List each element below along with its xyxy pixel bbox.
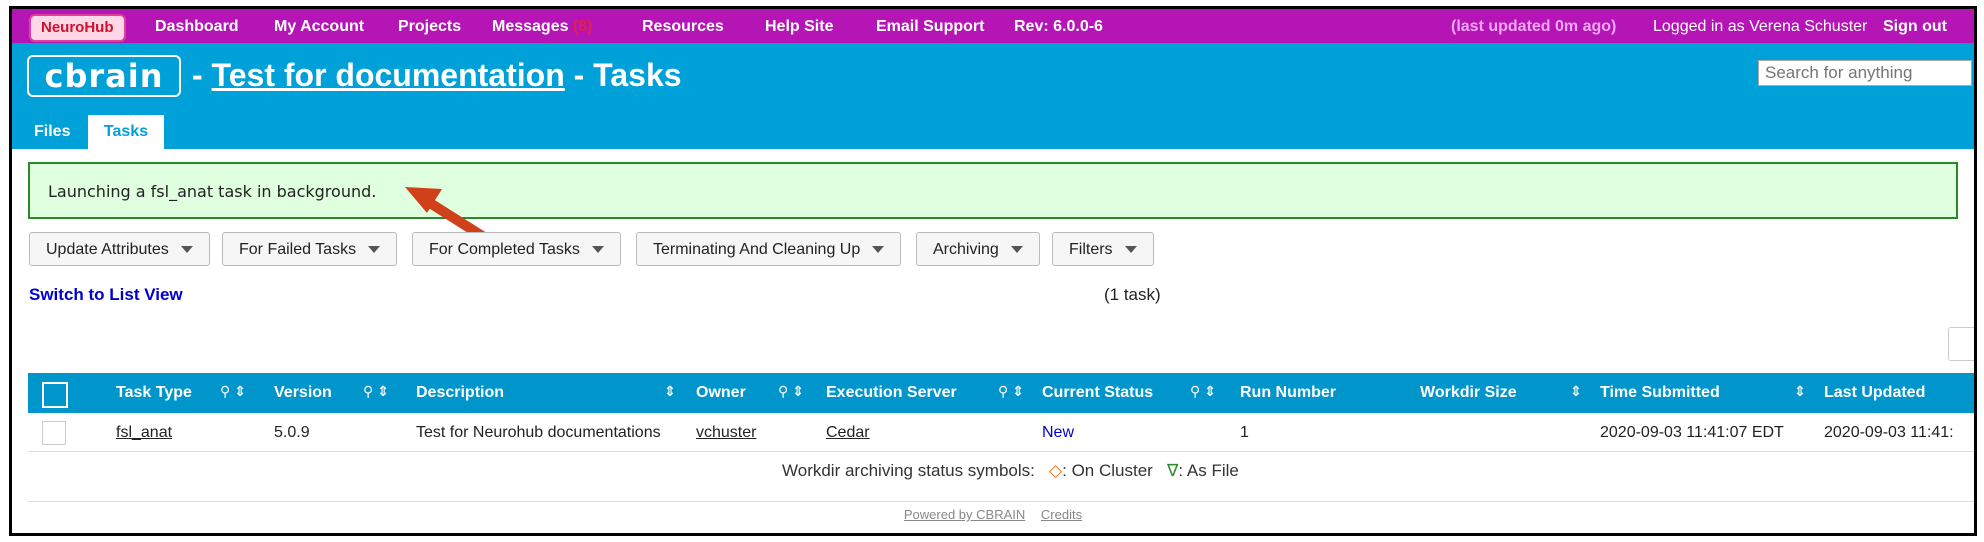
filter-sort-icon[interactable]: ⚲ ⇕ — [1190, 383, 1216, 400]
failed-tasks-label: For Failed Tasks — [239, 241, 357, 258]
header-execution-server[interactable]: Execution Server — [826, 384, 957, 402]
annotation-arrow-icon — [405, 187, 492, 244]
chevron-down-icon — [1010, 246, 1023, 254]
chevron-down-icon — [591, 246, 604, 254]
completed-tasks-button[interactable]: For Completed Tasks — [412, 232, 621, 266]
archiving-label: Archiving — [933, 241, 999, 258]
owner-link[interactable]: vchuster — [696, 424, 756, 442]
credits-link[interactable]: Credits — [1041, 507, 1082, 522]
filter-sort-icon[interactable]: ⚲ ⇕ — [220, 383, 246, 400]
header-task-type[interactable]: Task Type — [116, 384, 192, 402]
header-last-updated[interactable]: Last Updated — [1824, 384, 1925, 402]
app-window: NeuroHub Dashboard My Account Projects M… — [9, 6, 1977, 536]
filters-button[interactable]: Filters — [1052, 232, 1154, 266]
terminating-cleaning-label: Terminating And Cleaning Up — [653, 241, 861, 258]
filter-sort-icon[interactable]: ⚲ ⇕ — [363, 383, 389, 400]
run-number-cell: 1 — [1240, 424, 1249, 441]
as-file-icon: ∇ — [1167, 461, 1179, 480]
chevron-down-icon — [1124, 246, 1137, 254]
completed-tasks-label: For Completed Tasks — [429, 241, 580, 258]
legend-label: Workdir archiving status symbols: — [782, 461, 1035, 480]
last-updated-cell: 2020-09-03 11:41: — [1824, 424, 1954, 441]
select-all-checkbox[interactable] — [42, 382, 68, 408]
chevron-down-icon — [872, 246, 885, 254]
on-cluster-label: : On Cluster — [1062, 461, 1153, 480]
filters-label: Filters — [1069, 241, 1113, 258]
table-header: Task Type ⚲ ⇕ Version ⚲ ⇕ Description ⇕ … — [28, 373, 1974, 413]
header-owner[interactable]: Owner — [696, 384, 746, 402]
failed-tasks-button[interactable]: For Failed Tasks — [222, 232, 398, 266]
execution-server-link[interactable]: Cedar — [826, 424, 870, 442]
sort-icon[interactable]: ⇕ — [1794, 383, 1806, 400]
chevron-down-icon — [180, 246, 193, 254]
status-link[interactable]: New — [1042, 424, 1074, 442]
sort-icon[interactable]: ⇕ — [1570, 383, 1582, 400]
footer-divider — [28, 501, 1974, 502]
description-cell: Test for Neurohub documentations — [416, 424, 661, 441]
update-attributes-label: Update Attributes — [46, 241, 169, 258]
table-row: fsl_anat 5.0.9 Test for Neurohub documen… — [28, 413, 1974, 452]
row-checkbox[interactable] — [42, 421, 66, 445]
on-cluster-icon: ◇ — [1049, 461, 1063, 480]
update-attributes-button[interactable]: Update Attributes — [29, 232, 210, 266]
header-time-submitted[interactable]: Time Submitted — [1600, 384, 1720, 402]
as-file-label: : As File — [1178, 461, 1239, 480]
archiving-button[interactable]: Archiving — [916, 232, 1040, 266]
header-workdir-size[interactable]: Workdir Size — [1420, 384, 1517, 402]
sort-icon[interactable]: ⇕ — [664, 383, 676, 400]
version-cell: 5.0.9 — [274, 424, 310, 441]
page-footer: Powered by CBRAIN Credits — [12, 507, 1974, 522]
header-current-status[interactable]: Current Status — [1042, 384, 1153, 402]
header-version[interactable]: Version — [274, 384, 332, 402]
header-description[interactable]: Description — [416, 384, 504, 402]
chevron-down-icon — [368, 246, 381, 254]
terminating-cleaning-button[interactable]: Terminating And Cleaning Up — [636, 232, 902, 266]
header-run-number[interactable]: Run Number — [1240, 384, 1336, 402]
task-count: (1 task) — [1104, 285, 1161, 304]
switch-list-view-link[interactable]: Switch to List View — [29, 285, 183, 305]
time-submitted-cell: 2020-09-03 11:41:07 EDT — [1600, 424, 1784, 441]
archiving-legend: Workdir archiving status symbols: ◇: On … — [782, 461, 1239, 481]
column-toggle-button[interactable] — [1948, 327, 1974, 361]
powered-by-link[interactable]: Powered by CBRAIN — [904, 507, 1025, 522]
filter-sort-icon[interactable]: ⚲ ⇕ — [998, 383, 1024, 400]
task-type-link[interactable]: fsl_anat — [116, 424, 172, 442]
filter-sort-icon[interactable]: ⚲ ⇕ — [778, 383, 804, 400]
